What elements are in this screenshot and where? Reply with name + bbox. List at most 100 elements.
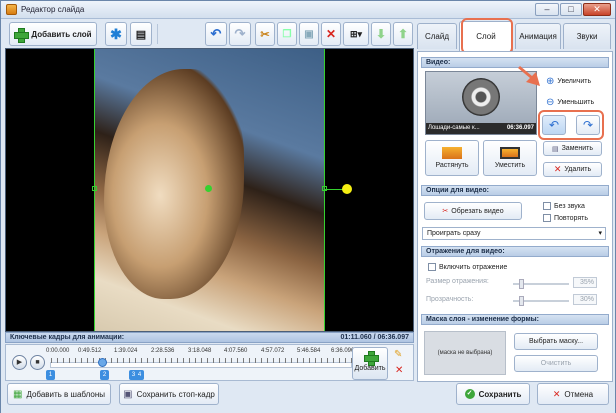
tab-highlight [461, 18, 513, 54]
tick-label: 4:07.560 [224, 348, 248, 354]
move-down-button[interactable]: ⬇ [371, 22, 391, 46]
play-mode-select[interactable]: Проиграть сразу ▾ [422, 227, 606, 240]
save-button[interactable]: ✓ Сохранить [456, 383, 530, 405]
delete-icon: ✕ [553, 164, 562, 174]
options-section-title: Опции для видео: [421, 185, 609, 196]
keyframe-marker[interactable]: 4 [135, 370, 144, 380]
zoom-in-link[interactable]: ⊕ Увеличить [546, 76, 591, 87]
fit-button[interactable]: Уместить [483, 140, 537, 176]
delete-label: Удалить [564, 166, 592, 173]
tab-sounds[interactable]: Звуки [563, 23, 611, 49]
delete-video-button[interactable]: ✕ Удалить [543, 162, 602, 177]
reflection-size-value[interactable]: 35% [573, 277, 597, 288]
app-icon [6, 4, 17, 15]
tab-slide[interactable]: Слайд [417, 23, 457, 49]
redo-icon: ↷ [234, 26, 246, 41]
play-button[interactable]: ▶ [12, 355, 27, 370]
close-button[interactable]: ✕ [583, 3, 611, 16]
play-mode-value: Проиграть сразу [427, 230, 481, 237]
reflection-size-slider[interactable] [513, 279, 569, 289]
cancel-button[interactable]: ✕ Отмена [537, 383, 609, 405]
transparency-label: Прозрачность: [426, 296, 474, 303]
transparency-slider[interactable] [513, 296, 569, 306]
tick-label: 2:28.536 [151, 348, 175, 354]
undo-button[interactable]: ↶ [205, 22, 227, 46]
plus-icon [14, 27, 30, 43]
stop-icon: ■ [35, 359, 40, 366]
pointer-arrow-icon [518, 62, 544, 88]
zoom-in-label: Увеличить [557, 78, 592, 85]
center-handle[interactable] [205, 185, 212, 192]
transparency-value[interactable]: 30% [573, 294, 597, 305]
save-frame-button[interactable]: ▣ Сохранить стоп-кадр [119, 383, 219, 405]
frame-icon: ▣ [123, 388, 133, 400]
minimize-button[interactable]: – [535, 3, 559, 16]
chevron-down-icon: ▾ [598, 230, 602, 237]
choose-mask-button[interactable]: Выбрать маску... [514, 333, 598, 350]
video-frame-image [104, 69, 244, 299]
replace-icon: ▤ [551, 145, 559, 153]
edit-keyframe-icon[interactable]: ✎ [394, 349, 402, 360]
reflection-size-label: Размер отражения: [426, 278, 489, 285]
thumbnail-name: Лошади-самые к... [428, 125, 480, 131]
slide-editor-window: Редактор слайда – □ ✕ Добавить слой ✱ ▤ … [0, 0, 616, 413]
title-bar: Редактор слайда – □ ✕ [1, 1, 615, 19]
stop-button[interactable]: ■ [30, 355, 45, 370]
zoom-out-link[interactable]: ⊖ Уменьшить [546, 97, 594, 108]
timeline-ticks [51, 358, 353, 363]
stretch-label: Растянуть [435, 162, 469, 169]
video-section-title: Видео: [421, 57, 609, 68]
clear-mask-button[interactable]: Очистить [514, 355, 598, 372]
enable-reflection-checkbox[interactable]: Включить отражение [428, 263, 507, 271]
text-layer-button[interactable]: ▤ [130, 22, 152, 46]
film-reel-icon [462, 78, 500, 116]
right-resize-handle[interactable] [322, 186, 327, 191]
cut-button[interactable]: ✂ [255, 22, 275, 46]
stretch-icon [442, 147, 462, 159]
restore-button[interactable]: □ [560, 3, 582, 16]
snowflake-icon: ✱ [110, 25, 122, 42]
copy-button[interactable]: ❐ [277, 22, 297, 46]
delete-keyframe-icon[interactable]: ✕ [395, 365, 403, 376]
layer-panel: Видео: Лошади-самые к... 06:36.097 ⊕ Увел… [417, 51, 613, 382]
timeline-track[interactable] [50, 358, 353, 368]
window-title: Редактор слайда [21, 5, 85, 14]
stretch-button[interactable]: Растянуть [425, 140, 479, 176]
paste-icon: ▣ [304, 28, 314, 40]
trim-label: Обрезать видео [451, 207, 504, 215]
tick-label: 4:57.072 [261, 348, 285, 354]
delete-icon: ✕ [325, 27, 337, 41]
keyframe-marker[interactable]: 2 [100, 370, 109, 380]
left-resize-handle[interactable] [92, 186, 97, 191]
move-up-button[interactable]: ⬆ [393, 22, 413, 46]
slide-preview[interactable] [5, 48, 414, 332]
add-layer-button[interactable]: Добавить слой [9, 22, 97, 46]
copy-icon: ❐ [282, 28, 292, 40]
redo-button[interactable]: ↷ [229, 22, 251, 46]
paste-button[interactable]: ▣ [299, 22, 319, 46]
effects-button[interactable]: ✱ [105, 22, 127, 46]
zoom-in-icon: ⊕ [546, 76, 555, 87]
checkbox-box [543, 202, 551, 210]
mute-checkbox[interactable]: Без звука [543, 202, 585, 210]
rotate-highlight [538, 110, 604, 140]
add-to-templates-button[interactable]: ▦ Добавить в шаблоны [7, 383, 111, 405]
repeat-checkbox[interactable]: Повторять [543, 214, 588, 222]
tab-animation[interactable]: Анимация [515, 23, 561, 49]
add-keyframe-button[interactable]: Добавить [352, 347, 388, 380]
cancel-label: Отмена [564, 389, 594, 399]
tab-strip: Слайд Слой Анимация Звуки [417, 18, 613, 54]
delete-layer-button[interactable]: ✕ [321, 22, 341, 46]
keyframe-marker[interactable]: 1 [46, 370, 55, 380]
trim-video-button[interactable]: ✂ Обрезать видео [424, 202, 522, 220]
rotation-handle[interactable] [342, 184, 352, 194]
align-dropdown-button[interactable]: ⊞▾ [343, 22, 369, 46]
check-icon: ✓ [464, 389, 475, 399]
repeat-label: Повторять [554, 214, 588, 222]
replace-button[interactable]: ▤ Заменить [543, 141, 602, 156]
thumbnail-duration: 06:36.097 [506, 125, 534, 131]
separator [157, 24, 158, 44]
play-icon: ▶ [16, 359, 23, 366]
playhead[interactable] [98, 358, 107, 367]
save-label: Сохранить [478, 389, 522, 399]
